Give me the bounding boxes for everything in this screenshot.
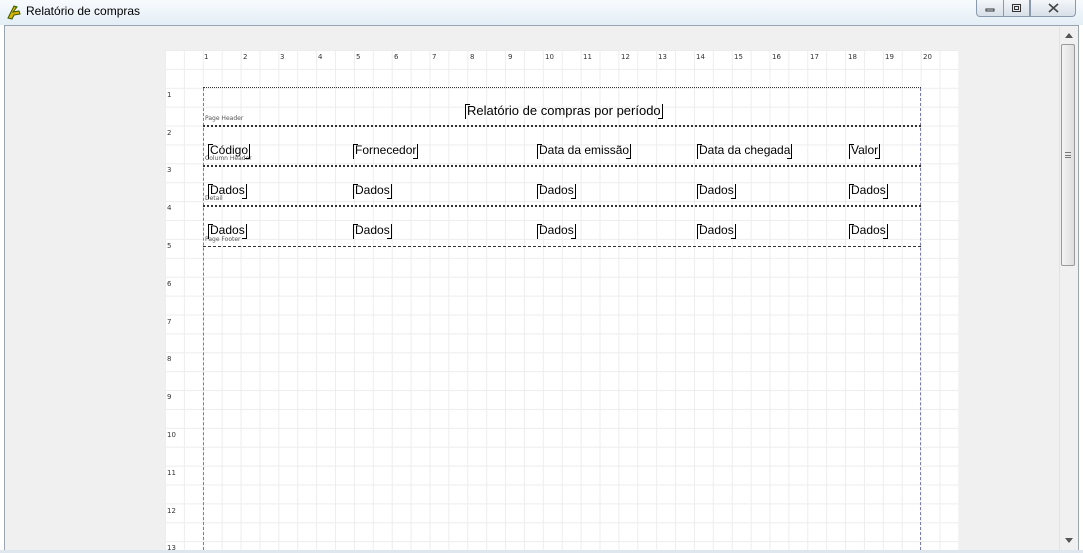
ruler-top-mark: 17 — [810, 53, 819, 61]
ruler-top-mark: 4 — [318, 53, 323, 61]
ruler-left-mark: 10 — [167, 431, 176, 439]
ruler-left-mark: 1 — [167, 91, 172, 99]
scrollbar-thumb[interactable] — [1061, 44, 1075, 266]
detail-field[interactable]: Dados — [208, 183, 247, 199]
ruler-top-mark: 11 — [583, 53, 592, 61]
ruler-top-mark: 14 — [696, 53, 705, 61]
column-header-codigo[interactable]: Código — [208, 143, 251, 159]
report-page[interactable]: 1 2 3 4 5 6 7 8 9 10 11 12 13 14 15 16 1… — [165, 50, 959, 550]
ruler-left-mark: 9 — [167, 393, 172, 401]
ruler-top-mark: 3 — [280, 53, 285, 61]
ruler-top-mark: 16 — [772, 53, 781, 61]
footer-field[interactable]: Dados — [537, 223, 576, 239]
arrow-down-icon — [1064, 538, 1073, 543]
ruler-top-mark: 1 — [204, 53, 209, 61]
ruler-top: 1 2 3 4 5 6 7 8 9 10 11 12 13 14 15 16 1… — [165, 50, 959, 64]
ruler-top-mark: 6 — [394, 53, 399, 61]
detail-field[interactable]: Dados — [849, 183, 888, 199]
column-header-valor[interactable]: Valor — [849, 143, 881, 159]
arrow-up-icon — [1064, 33, 1073, 38]
ruler-left-mark: 8 — [167, 355, 172, 363]
ruler-left-mark: 5 — [167, 242, 172, 250]
footer-field[interactable]: Dados — [697, 223, 736, 239]
ruler-top-mark: 20 — [923, 53, 932, 61]
ruler-top-mark: 10 — [545, 53, 554, 61]
footer-field[interactable]: Dados — [849, 223, 888, 239]
restore-icon — [1012, 4, 1021, 12]
vertical-scrollbar[interactable] — [1059, 27, 1076, 550]
maximize-button[interactable] — [1003, 0, 1030, 17]
close-icon — [1047, 3, 1059, 13]
column-header-fornecedor[interactable]: Fornecedor — [353, 143, 419, 159]
ruler-left-mark: 4 — [167, 204, 172, 212]
ruler-top-mark: 2 — [243, 53, 248, 61]
ruler-top-mark: 8 — [470, 53, 475, 61]
ruler-left-mark: 2 — [167, 129, 172, 137]
window-title: Relatório de compras — [26, 4, 141, 18]
minimize-button[interactable] — [976, 0, 1004, 17]
ruler-top-mark: 7 — [432, 53, 437, 61]
band-label: Page Header — [205, 115, 244, 122]
gecko-lizard-icon — [7, 5, 21, 20]
scroll-down-button[interactable] — [1060, 532, 1077, 549]
close-button[interactable] — [1030, 0, 1076, 17]
minimize-icon — [985, 8, 995, 12]
window-titlebar[interactable]: Relatório de compras — [0, 0, 1083, 25]
report-title-field[interactable]: Relatório de compras por período — [465, 103, 663, 119]
ruler-left-mark: 11 — [167, 469, 176, 477]
ruler-top-mark: 5 — [356, 53, 361, 61]
ruler-top-mark: 18 — [848, 53, 857, 61]
footer-field[interactable]: Dados — [353, 223, 392, 239]
band-page-header[interactable]: Page Header Relatório de compras por per… — [203, 87, 921, 127]
footer-field[interactable]: Dados — [208, 223, 247, 239]
ruler-left-mark: 6 — [167, 280, 172, 288]
ruler-left-mark: 3 — [167, 166, 172, 174]
scroll-up-button[interactable] — [1060, 27, 1077, 44]
grip-icon — [1065, 152, 1071, 158]
ruler-top-mark: 15 — [734, 53, 743, 61]
ruler-left-mark: 7 — [167, 318, 172, 326]
ruler-top-mark: 19 — [885, 53, 894, 61]
detail-field[interactable]: Dados — [537, 183, 576, 199]
band-detail[interactable]: Detail Dados Dados Dados Dados Dados — [203, 167, 921, 207]
detail-field[interactable]: Dados — [697, 183, 736, 199]
ruler-top-mark: 13 — [658, 53, 667, 61]
ruler-top-mark: 12 — [621, 53, 630, 61]
ruler-top-mark: 9 — [508, 53, 513, 61]
band-page-footer[interactable]: Page Footer Dados Dados Dados Dados Dado… — [203, 207, 921, 247]
ruler-left-mark: 12 — [167, 507, 176, 515]
column-header-data-chegada[interactable]: Data da chegada — [697, 143, 793, 159]
band-column-header[interactable]: Column Header Código Fornecedor Data da … — [203, 127, 921, 167]
column-header-data-emissao[interactable]: Data da emissão — [537, 143, 632, 159]
detail-field[interactable]: Dados — [353, 183, 392, 199]
ruler-left: 1 2 3 4 5 6 7 8 9 10 11 12 13 — [165, 50, 179, 550]
